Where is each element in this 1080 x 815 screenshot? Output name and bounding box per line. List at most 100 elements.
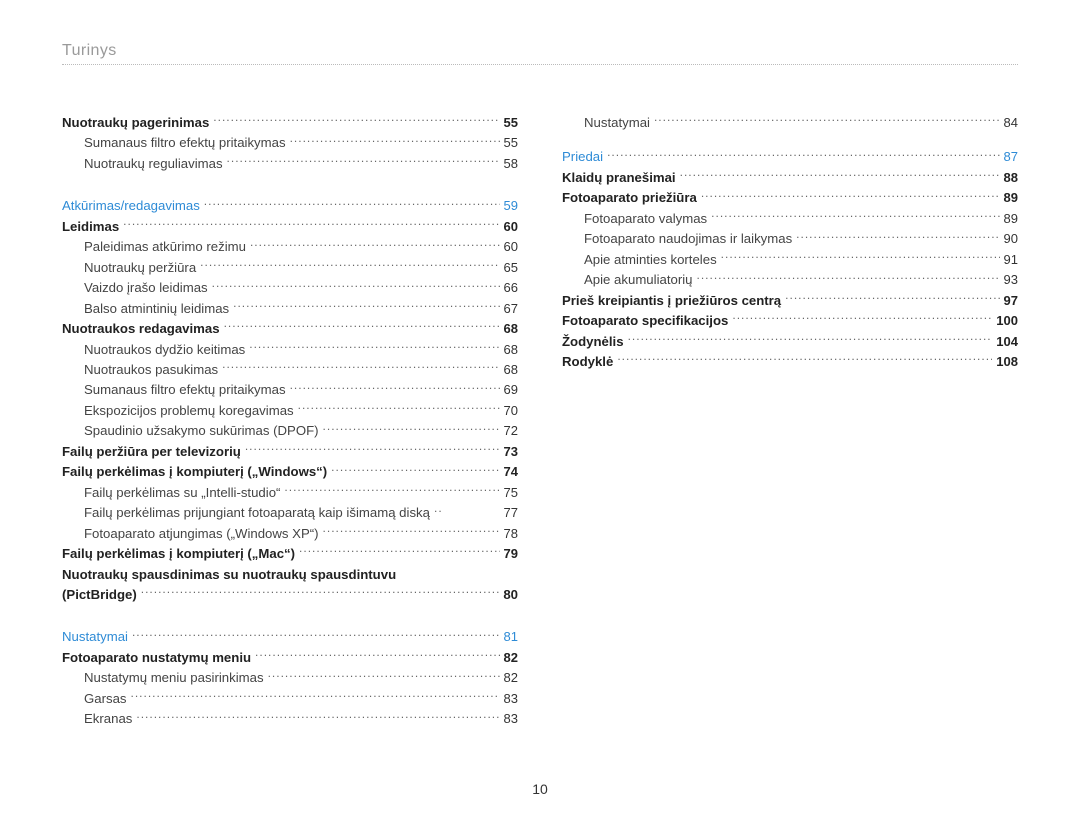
- toc-label: Nuotraukų reguliavimas: [84, 154, 223, 174]
- toc-label: Ekspozicijos problemų koregavimas: [84, 401, 294, 421]
- toc-entry[interactable]: Fotoaparato valymas 89: [562, 209, 1018, 229]
- toc-page: 89: [1004, 209, 1018, 229]
- toc-entry[interactable]: Paleidimas atkūrimo režimu60: [62, 237, 518, 257]
- toc-label: Fotoaparato nustatymų meniu: [62, 648, 251, 668]
- toc-label: Fotoaparato atjungimas („Windows XP“): [84, 524, 319, 544]
- toc-page: 55: [504, 133, 518, 153]
- toc-page: 93: [1004, 270, 1018, 290]
- toc-label: Fotoaparato specifikacijos: [562, 311, 728, 331]
- toc-label: Nuotraukos redagavimas: [62, 319, 220, 339]
- page-number: 10: [0, 781, 1080, 797]
- toc-page: 80: [503, 585, 518, 605]
- toc-entry[interactable]: Nustatymai84: [562, 113, 1018, 133]
- toc-label: Nuotraukų peržiūra: [84, 258, 196, 278]
- toc-entry[interactable]: Nustatymų meniu pasirinkimas 82: [62, 668, 518, 688]
- toc-entry[interactable]: Failų perkėlimas į kompiuterį („Windows“…: [62, 462, 518, 482]
- toc-label: Fotoaparato naudojimas ir laikymas: [584, 229, 792, 249]
- toc-entry[interactable]: Garsas83: [62, 689, 518, 709]
- toc-label: Nuotraukų pagerinimas: [62, 113, 209, 133]
- toc-entry[interactable]: Failų perkėlimas prijungiant fotoaparatą…: [62, 503, 518, 523]
- toc-page: 83: [504, 689, 518, 709]
- toc-entry[interactable]: Nuotraukų spausdinimas su nuotraukų spau…: [62, 565, 518, 606]
- toc-page: 68: [504, 340, 518, 360]
- toc-label: Failų perkėlimas į kompiuterį („Mac“): [62, 544, 295, 564]
- toc-section-link[interactable]: Priedai87: [562, 147, 1018, 167]
- toc-entry[interactable]: Sumanaus filtro efektų pritaikymas 69: [62, 380, 518, 400]
- toc-page: 88: [1004, 168, 1018, 188]
- toc-entry[interactable]: Leidimas 60: [62, 217, 518, 237]
- toc-section-link[interactable]: Atkūrimas/redagavimas59: [62, 196, 518, 216]
- page-header: Turinys: [62, 42, 1018, 65]
- toc-page: 60: [504, 217, 518, 237]
- toc-label: Failų peržiūra per televizorių: [62, 442, 241, 462]
- toc-page: 79: [504, 544, 518, 564]
- toc-entry[interactable]: Apie atminties korteles91: [562, 250, 1018, 270]
- toc-page: 65: [504, 258, 518, 278]
- toc-label: Nustatymų meniu pasirinkimas: [84, 668, 264, 688]
- toc-page: 58: [504, 154, 518, 174]
- toc-label: Balso atmintinių leidimas: [84, 299, 229, 319]
- toc-page: 83: [504, 709, 518, 729]
- toc-entry[interactable]: Nuotraukų pagerinimas 55: [62, 113, 518, 133]
- toc-page: 81: [504, 627, 518, 647]
- toc-entry[interactable]: Fotoaparato priežiūra 89: [562, 188, 1018, 208]
- toc-page: 55: [504, 113, 518, 133]
- toc-page: 66: [504, 278, 518, 298]
- toc-entry[interactable]: Prieš kreipiantis į priežiūros centrą 97: [562, 291, 1018, 311]
- toc-entry[interactable]: Apie akumuliatorių93: [562, 270, 1018, 290]
- toc-entry[interactable]: Balso atmintinių leidimas67: [62, 299, 518, 319]
- toc-label: Fotoaparato priežiūra: [562, 188, 697, 208]
- toc-label: Priedai: [562, 147, 603, 167]
- toc-page: 82: [504, 648, 518, 668]
- toc-label: Sumanaus filtro efektų pritaikymas: [84, 133, 286, 153]
- toc-entry[interactable]: Rodyklė108: [562, 352, 1018, 372]
- toc-entry[interactable]: Nuotraukos redagavimas68: [62, 319, 518, 339]
- toc-label: Nustatymai: [62, 627, 128, 647]
- toc-page: 75: [504, 483, 518, 503]
- toc-entry[interactable]: Failų perkėlimas su „Intelli-studio“ 75: [62, 483, 518, 503]
- toc-label: Nustatymai: [584, 113, 650, 133]
- toc-label: Failų perkėlimas su „Intelli-studio“: [84, 483, 280, 503]
- toc-entry[interactable]: Fotoaparato atjungimas („Windows XP“) 78: [62, 524, 518, 544]
- toc-page: 90: [1004, 229, 1018, 249]
- toc-page: 70: [504, 401, 518, 421]
- toc-page: 100: [996, 311, 1018, 331]
- toc-label: Leidimas: [62, 217, 119, 237]
- toc-entry[interactable]: Vaizdo įrašo leidimas 66: [62, 278, 518, 298]
- toc-page: 69: [504, 380, 518, 400]
- toc-page: 78: [504, 524, 518, 544]
- toc-label: Klaidų pranešimai: [562, 168, 676, 188]
- toc-entry[interactable]: Nuotraukos pasukimas68: [62, 360, 518, 380]
- toc-page: 77: [504, 503, 518, 523]
- toc-label: Failų perkėlimas į kompiuterį („Windows“…: [62, 462, 327, 482]
- toc-entry[interactable]: Fotoaparato naudojimas ir laikymas 90: [562, 229, 1018, 249]
- toc-label: Paleidimas atkūrimo režimu: [84, 237, 246, 257]
- toc-entry[interactable]: Klaidų pranešimai 88: [562, 168, 1018, 188]
- toc-entry[interactable]: Žodynėlis104: [562, 332, 1018, 352]
- toc-entry[interactable]: Nuotraukų reguliavimas 58: [62, 154, 518, 174]
- toc-page: 73: [504, 442, 518, 462]
- toc-entry[interactable]: Fotoaparato nustatymų meniu 82: [62, 648, 518, 668]
- toc-page: 82: [504, 668, 518, 688]
- toc-page: 89: [1004, 188, 1018, 208]
- toc-entry[interactable]: Nuotraukos dydžio keitimas68: [62, 340, 518, 360]
- toc-label: Nuotraukų spausdinimas su nuotraukų spau…: [62, 565, 518, 585]
- toc-label: Prieš kreipiantis į priežiūros centrą: [562, 291, 781, 311]
- toc-label: Apie atminties korteles: [584, 250, 717, 270]
- toc-label: Fotoaparato valymas: [584, 209, 707, 229]
- toc-entry[interactable]: Sumanaus filtro efektų pritaikymas 55: [62, 133, 518, 153]
- toc-entry[interactable]: Ekranas83: [62, 709, 518, 729]
- toc-entry[interactable]: Ekspozicijos problemų koregavimas 70: [62, 401, 518, 421]
- toc-entry[interactable]: Spaudinio užsakymo sukūrimas (DPOF)72: [62, 421, 518, 441]
- toc-label: Spaudinio užsakymo sukūrimas (DPOF): [84, 421, 319, 441]
- toc-entry[interactable]: Fotoaparato specifikacijos 100: [562, 311, 1018, 331]
- toc-entry[interactable]: Failų peržiūra per televizorių 73: [62, 442, 518, 462]
- toc-page: 97: [1004, 291, 1018, 311]
- toc-entry[interactable]: Nuotraukų peržiūra 65: [62, 258, 518, 278]
- toc-label: Vaizdo įrašo leidimas: [84, 278, 208, 298]
- toc-page: 59: [504, 196, 518, 216]
- toc-section-link[interactable]: Nustatymai 81: [62, 627, 518, 647]
- toc-label: (PictBridge): [62, 585, 137, 605]
- toc-label: Sumanaus filtro efektų pritaikymas: [84, 380, 286, 400]
- toc-entry[interactable]: Failų perkėlimas į kompiuterį („Mac“) 79: [62, 544, 518, 564]
